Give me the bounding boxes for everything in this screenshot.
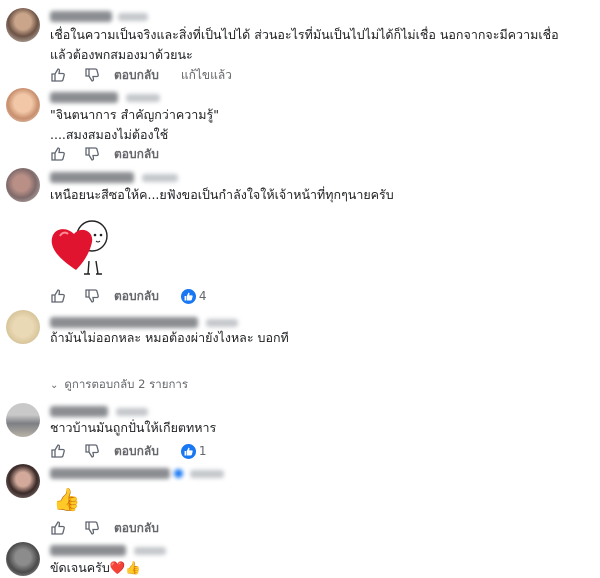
comment-line: "จินตนาการ สำคัญกว่าความรู้" <box>50 107 219 122</box>
reaction-summary[interactable]: 1 <box>180 443 207 459</box>
thumbs-up-emoji: 👍 <box>53 488 81 513</box>
like-reaction-icon <box>180 288 196 304</box>
thumbs-down-icon[interactable] <box>84 67 100 83</box>
avatar[interactable] <box>6 403 40 437</box>
author-name-blurred[interactable] <box>50 11 150 22</box>
reaction-summary[interactable]: 4 <box>180 288 207 304</box>
reply-button[interactable]: ตอบกลับ <box>114 145 159 164</box>
thumbs-up-icon[interactable] <box>50 146 66 162</box>
author-name-blurred[interactable] <box>50 317 240 328</box>
edited-label: แก้ไขแล้ว <box>180 67 232 82</box>
comment-line: เชื่อในความเป็นจริงและสิ่งที่เป็นไปได้ ส… <box>50 27 559 42</box>
avatar[interactable] <box>6 8 40 42</box>
comment-text: ถ้ามันไม่ออกหละ หมอต้องผ่ายังไงหละ บอกที <box>50 328 289 348</box>
avatar[interactable] <box>6 168 40 202</box>
thumbs-up-icon[interactable] <box>50 520 66 536</box>
thumbs-up-icon[interactable] <box>50 288 66 304</box>
reply-button[interactable]: ตอบกลับ <box>114 66 159 85</box>
chevron-down-icon: ⌄ <box>50 380 59 391</box>
thumbs-up-icon[interactable] <box>50 67 66 83</box>
comment-line: เหนือยนะสีซอให้ค...ยฟังขอเป็นกำลังใจให้เ… <box>50 187 394 202</box>
author-name-blurred[interactable] <box>50 406 150 417</box>
comment-text: "จินตนาการ สำคัญกว่าความรู้" ....สมงสมอง… <box>50 105 219 145</box>
comment-actions: ตอบกลับ <box>50 145 159 163</box>
comment-line: แล้วต้องพกสมองมาด้วยนะ <box>50 47 193 62</box>
avatar[interactable] <box>6 310 40 344</box>
reaction-count: 1 <box>198 444 207 458</box>
reply-button[interactable]: ตอบกลับ <box>114 442 159 461</box>
author-name-blurred[interactable] <box>50 545 168 556</box>
comment-text: ขัดเจนครับ❤️👍 <box>50 558 141 578</box>
comment-text: ชาวบ้านมันถูกปั่นให้เกียตทหาร <box>50 418 216 438</box>
comment-line: ขัดเจนครับ❤️👍 <box>50 560 141 575</box>
thumbs-down-icon[interactable] <box>84 520 100 536</box>
thumbs-down-icon[interactable] <box>84 146 100 162</box>
reply-button[interactable]: ตอบกลับ <box>114 287 159 306</box>
author-name-blurred[interactable] <box>50 172 180 183</box>
comment-actions: ตอบกลับ <box>50 519 159 537</box>
comment-text: เชื่อในความเป็นจริงและสิ่งที่เป็นไปได้ ส… <box>50 25 559 65</box>
comment-line: ชาวบ้านมันถูกปั่นให้เกียตทหาร <box>50 420 217 435</box>
heart-hug-sticker <box>48 216 118 282</box>
view-replies-label: ดูการตอบกลับ 2 รายการ <box>64 377 189 391</box>
thumbs-down-icon[interactable] <box>84 288 100 304</box>
view-replies-button[interactable]: ⌄ ดูการตอบกลับ 2 รายการ <box>50 376 188 394</box>
avatar[interactable] <box>6 542 40 576</box>
comment-actions: ตอบกลับ 4 <box>50 287 207 305</box>
avatar[interactable] <box>6 88 40 122</box>
comment-line: ถ้ามันไม่ออกหละ หมอต้องผ่ายังไงหละ บอกที <box>50 330 289 345</box>
avatar[interactable] <box>6 464 40 498</box>
author-name-blurred[interactable] <box>50 92 162 103</box>
thumbs-up-icon[interactable] <box>50 443 66 459</box>
thumbs-down-icon[interactable] <box>84 443 100 459</box>
comment-actions: ตอบกลับ แก้ไขแล้ว <box>50 66 232 84</box>
comment-text: เหนือยนะสีซอให้ค...ยฟังขอเป็นกำลังใจให้เ… <box>50 185 394 205</box>
author-name-blurred[interactable] <box>50 468 226 479</box>
comment-line: ....สมงสมองไม่ต้องใช้ <box>50 127 169 142</box>
reply-button[interactable]: ตอบกลับ <box>114 519 159 538</box>
like-reaction-icon <box>180 443 196 459</box>
comment-actions: ตอบกลับ 1 <box>50 442 207 460</box>
reaction-count: 4 <box>198 289 207 303</box>
